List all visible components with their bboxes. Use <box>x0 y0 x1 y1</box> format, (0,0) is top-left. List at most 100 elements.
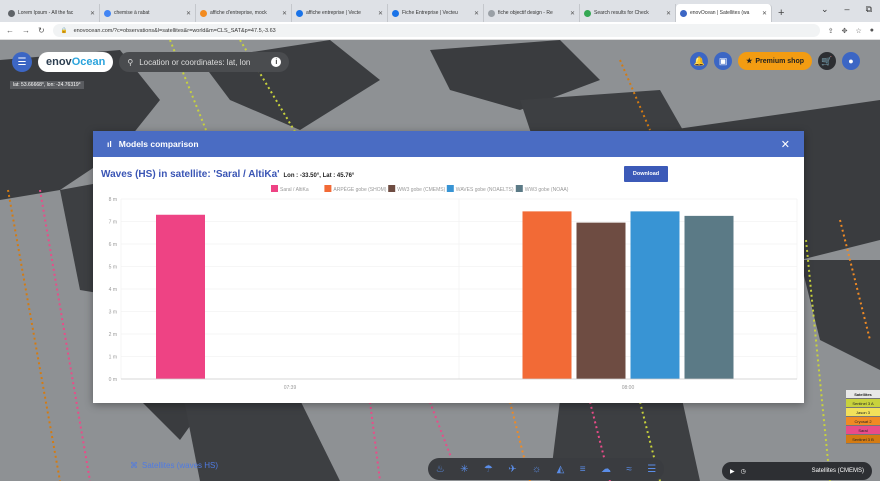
legend-item: Sentinel 3 B <box>846 435 880 444</box>
new-tab-button[interactable]: + <box>772 4 790 22</box>
url-field[interactable]: 🔒 enovocean.com/?c=observations&l=satell… <box>52 24 820 37</box>
y-tick-label: 5 m <box>109 265 117 271</box>
legend-swatch <box>515 185 523 192</box>
legend-swatch <box>446 185 454 192</box>
tab-favicon-icon <box>296 9 303 17</box>
models-bar-chart: Saral / AltiKa ARPÈGE gobe (SHOM) WW3 gobe… <box>109 185 798 391</box>
y-tick-label: 8 m <box>109 197 117 203</box>
address-bar: ← → ↻ 🔒 enovocean.com/?c=observations&l=… <box>0 22 880 40</box>
download-button[interactable]: Download <box>624 166 668 182</box>
tab-favicon-icon <box>488 9 495 17</box>
user-icon: ● <box>848 56 854 66</box>
gust-icon[interactable]: ≈ <box>626 464 632 475</box>
play-icon[interactable]: ▶ <box>730 468 735 475</box>
tab-favicon-icon <box>200 9 207 17</box>
snowflake-icon[interactable]: ✳ <box>460 464 468 475</box>
list-icon[interactable]: ☰ <box>647 464 656 475</box>
tab-close-icon[interactable]: ✕ <box>762 10 767 17</box>
extensions-icon[interactable]: ✥ <box>842 27 848 35</box>
bar <box>156 214 205 379</box>
browser-tab[interactable]: chemise à rabat ✕ <box>100 4 196 22</box>
x-tick-label: 08:00 <box>622 385 635 391</box>
account-button[interactable]: ● <box>842 52 860 70</box>
lock-icon: 🔒 <box>60 27 68 34</box>
browser-tab[interactable]: enovOcean | Satellites (wa ✕ <box>676 4 772 22</box>
satellite-layer-icon[interactable]: ✈ <box>508 464 516 475</box>
bell-icon: 🔔 <box>693 55 705 66</box>
data-source-bar: ▶ ◷ Satellites (CMEMS) <box>722 462 872 480</box>
tab-close-icon[interactable]: ✕ <box>186 10 191 17</box>
tab-close-icon[interactable]: ✕ <box>282 10 287 17</box>
tab-close-icon[interactable]: ✕ <box>666 10 671 17</box>
tab-favicon-icon <box>584 9 591 17</box>
legend-item: Saral <box>846 426 880 435</box>
location-search[interactable]: ⚲ Location or coordinates: lat, lon i <box>119 52 290 72</box>
layer-name[interactable]: ⌘ Satellites (waves HS) <box>130 461 218 470</box>
tab-favicon-icon <box>680 9 687 17</box>
window-restore-button[interactable]: – <box>845 4 850 15</box>
premium-label: Premium shop <box>755 57 804 65</box>
cart-button[interactable]: 🛒 <box>818 52 836 70</box>
close-button[interactable]: ✕ <box>781 138 790 151</box>
back-icon[interactable]: ← <box>6 26 14 35</box>
dialog-header: ıl Models comparison ✕ <box>93 131 804 157</box>
info-icon[interactable]: i <box>271 57 282 67</box>
chart-icon[interactable]: ◭ <box>557 464 565 475</box>
cloud-icon[interactable]: ☁ <box>601 464 611 475</box>
satellite-legend: Satellites Sentinel 3 A Jason 3 Cryosat 2S… <box>846 390 880 444</box>
bookmark-star-icon[interactable]: ☆ <box>855 27 861 35</box>
satellite-icon: ⌘ <box>130 461 138 470</box>
tab-label: affiche entreprise | Vecte <box>306 10 361 16</box>
search-input[interactable]: Location or coordinates: lat, lon <box>139 58 250 67</box>
browser-tab[interactable]: affiche entreprise | Vecte ✕ <box>292 4 388 22</box>
sun-icon[interactable]: ☼ <box>532 464 541 475</box>
browser-tab[interactable]: affiche d'entreprise, mock ✕ <box>196 4 292 22</box>
tab-favicon-icon <box>392 9 399 17</box>
fire-icon[interactable]: ♨ <box>436 464 445 475</box>
browser-tab[interactable]: Fiche Entreprise | Vecteu ✕ <box>388 4 484 22</box>
y-tick-label: 6 m <box>109 242 117 248</box>
hamburger-icon: ☰ <box>17 56 27 68</box>
star-icon: ★ <box>746 58 753 65</box>
tab-close-icon[interactable]: ✕ <box>378 10 383 17</box>
bar <box>522 211 572 379</box>
y-tick-label: 3 m <box>109 310 117 316</box>
tab-label: chemise à rabat <box>114 10 150 16</box>
tab-close-icon[interactable]: ✕ <box>90 10 95 17</box>
tab-close-icon[interactable]: ✕ <box>570 10 575 17</box>
y-tick-label: 7 m <box>109 220 117 226</box>
browser-tab[interactable]: fiche objectif design - Re ✕ <box>484 4 580 22</box>
chart-heading: Waves (HS) in satellite: 'Saral / AltiKa… <box>101 169 354 180</box>
premium-shop-button[interactable]: ★ Premium shop <box>738 52 812 70</box>
legend-label: WAVES gobe (NOAELTS) <box>456 187 514 193</box>
reload-icon[interactable]: ↻ <box>38 26 45 35</box>
calendar-button[interactable]: ▣ <box>714 52 733 70</box>
window-maximize-button[interactable]: ⧉ <box>866 4 872 15</box>
tab-label: affiche d'entreprise, mock <box>210 10 267 16</box>
tab-favicon-icon <box>8 9 15 17</box>
legend-label: WW3 gobe (NOAA) <box>525 187 569 193</box>
weather-icon[interactable]: ☂ <box>484 464 493 475</box>
y-tick-label: 4 m <box>109 287 117 293</box>
browser-tab[interactable]: Search results for Check ✕ <box>580 4 676 22</box>
profile-icon[interactable]: ● <box>870 27 874 34</box>
notifications-button[interactable]: 🔔 <box>690 52 709 70</box>
logo-prefix: enov <box>46 56 72 68</box>
tab-label: Search results for Check <box>594 10 649 16</box>
share-icon[interactable]: ⇪ <box>828 27 834 35</box>
wind-icon[interactable]: ≡ <box>580 464 586 475</box>
window-controls: ⌄ – ⧉ <box>821 4 872 15</box>
models-comparison-dialog: ıl Models comparison ✕ Waves (HS) in sat… <box>93 131 804 403</box>
logo-suffix: cean <box>80 56 106 68</box>
browser-tab[interactable]: Lorem Ipsum - All the fac ✕ <box>4 4 100 22</box>
map-right-controls: 🔔 ▣ ★ Premium shop 🛒 ● <box>690 52 860 70</box>
enovocean-logo[interactable]: enov Ocean <box>38 52 114 72</box>
legend-item: Sentinel 3 A <box>846 399 880 408</box>
window-minimize-button[interactable]: ⌄ <box>821 4 829 15</box>
forward-icon[interactable]: → <box>22 26 30 35</box>
y-tick-label: 2 m <box>109 332 117 338</box>
legend-swatch <box>324 185 332 192</box>
tab-close-icon[interactable]: ✕ <box>474 10 479 17</box>
menu-button[interactable]: ☰ <box>12 52 32 72</box>
clock-icon[interactable]: ◷ <box>741 468 746 475</box>
